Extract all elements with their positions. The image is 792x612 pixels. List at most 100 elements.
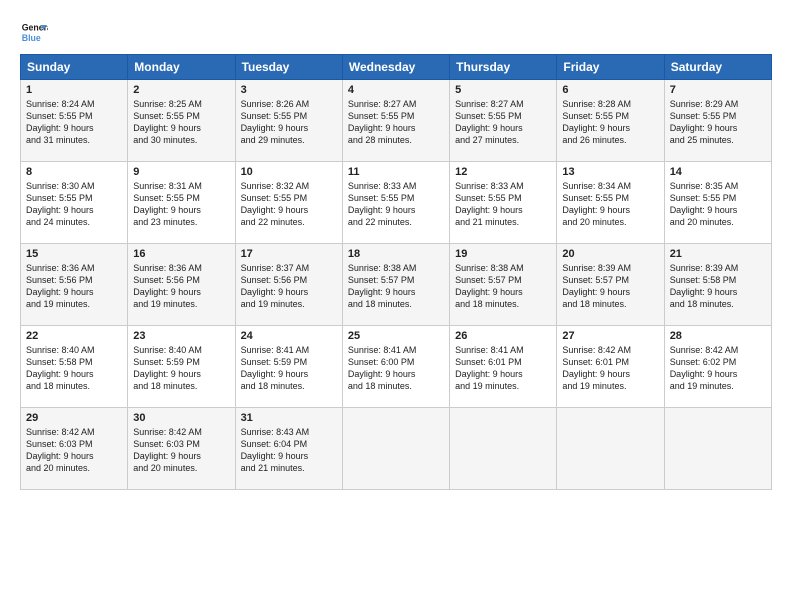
calendar-cell: 13Sunrise: 8:34 AM Sunset: 5:55 PM Dayli… [557,162,664,244]
day-number: 31 [241,412,337,424]
week-row: 8 Sunrise: 8:30 AM Sunset: 5:55 PM Daylig… [21,162,772,244]
calendar-cell: 11 Sunrise: 8:33 AM Sunset: 5:55 PM Dayli… [342,162,449,244]
cell-info: Sunrise: 8:40 AM Sunset: 5:58 PM Dayligh… [26,344,122,393]
calendar-cell: 30Sunrise: 8:42 AM Sunset: 6:03 PM Dayli… [128,408,235,490]
header-row: General Blue [20,18,772,46]
calendar-cell: 18 Sunrise: 8:38 AM Sunset: 5:57 PM Dayli… [342,244,449,326]
calendar-cell: 12 Sunrise: 8:33 AM Sunset: 5:55 PM Dayli… [450,162,557,244]
calendar-cell: 26 Sunrise: 8:41 AM Sunset: 6:01 PM Dayli… [450,326,557,408]
day-number: 23 [133,330,229,342]
calendar-cell [450,408,557,490]
day-number: 8 [26,166,122,178]
day-number: 29 [26,412,122,424]
calendar-cell: 24Sunrise: 8:41 AM Sunset: 5:59 PM Dayli… [235,326,342,408]
cell-info: Sunrise: 8:24 AM Sunset: 5:55 PM Dayligh… [26,98,122,147]
cell-info: Sunrise: 8:41 AM Sunset: 6:00 PM Dayligh… [348,344,444,393]
day-number: 19 [455,248,551,260]
page: General Blue SundayMondayTuesdayWednesda… [0,0,792,500]
day-number: 26 [455,330,551,342]
cell-info: Sunrise: 8:36 AM Sunset: 5:56 PM Dayligh… [133,262,229,311]
day-number: 15 [26,248,122,260]
logo: General Blue [20,18,52,46]
day-number: 13 [562,166,658,178]
cell-info: Sunrise: 8:32 AM Sunset: 5:55 PM Dayligh… [241,180,337,229]
cell-info: Sunrise: 8:27 AM Sunset: 5:55 PM Dayligh… [455,98,551,147]
logo-icon: General Blue [20,18,48,46]
calendar-cell [557,408,664,490]
col-header-thursday: Thursday [450,55,557,80]
col-header-wednesday: Wednesday [342,55,449,80]
calendar-cell: 16 Sunrise: 8:36 AM Sunset: 5:56 PM Dayli… [128,244,235,326]
col-header-friday: Friday [557,55,664,80]
calendar-cell: 8 Sunrise: 8:30 AM Sunset: 5:55 PM Daylig… [21,162,128,244]
day-number: 1 [26,84,122,96]
calendar-cell: 22 Sunrise: 8:40 AM Sunset: 5:58 PM Dayli… [21,326,128,408]
cell-info: Sunrise: 8:40 AM Sunset: 5:59 PM Dayligh… [133,344,229,393]
cell-info: Sunrise: 8:31 AM Sunset: 5:55 PM Dayligh… [133,180,229,229]
calendar-cell: 17Sunrise: 8:37 AM Sunset: 5:56 PM Dayli… [235,244,342,326]
day-number: 18 [348,248,444,260]
calendar-cell [664,408,771,490]
week-row: 1 Sunrise: 8:24 AM Sunset: 5:55 PM Daylig… [21,80,772,162]
calendar-cell: 27 Sunrise: 8:42 AM Sunset: 6:01 PM Dayli… [557,326,664,408]
day-number: 21 [670,248,766,260]
calendar-cell: 1 Sunrise: 8:24 AM Sunset: 5:55 PM Daylig… [21,80,128,162]
cell-info: Sunrise: 8:29 AM Sunset: 5:55 PM Dayligh… [670,98,766,147]
day-number: 28 [670,330,766,342]
day-number: 25 [348,330,444,342]
week-row: 22 Sunrise: 8:40 AM Sunset: 5:58 PM Dayli… [21,326,772,408]
cell-info: Sunrise: 8:39 AM Sunset: 5:57 PM Dayligh… [562,262,658,311]
calendar-cell: 21 Sunrise: 8:39 AM Sunset: 5:58 PM Dayli… [664,244,771,326]
week-row: 15 Sunrise: 8:36 AM Sunset: 5:56 PM Dayli… [21,244,772,326]
cell-info: Sunrise: 8:33 AM Sunset: 5:55 PM Dayligh… [348,180,444,229]
calendar-cell: 10 Sunrise: 8:32 AM Sunset: 5:55 PM Dayli… [235,162,342,244]
day-number: 11 [348,166,444,178]
cell-info: Sunrise: 8:42 AM Sunset: 6:03 PM Dayligh… [26,426,122,475]
col-header-sunday: Sunday [21,55,128,80]
cell-info: Sunrise: 8:38 AM Sunset: 5:57 PM Dayligh… [348,262,444,311]
calendar-cell: 2 Sunrise: 8:25 AM Sunset: 5:55 PM Daylig… [128,80,235,162]
calendar-cell: 4 Sunrise: 8:27 AM Sunset: 5:55 PM Daylig… [342,80,449,162]
cell-info: Sunrise: 8:43 AM Sunset: 6:04 PM Dayligh… [241,426,337,475]
calendar-cell: 14Sunrise: 8:35 AM Sunset: 5:55 PM Dayli… [664,162,771,244]
cell-info: Sunrise: 8:37 AM Sunset: 5:56 PM Dayligh… [241,262,337,311]
cell-info: Sunrise: 8:30 AM Sunset: 5:55 PM Dayligh… [26,180,122,229]
day-number: 6 [562,84,658,96]
calendar-cell: 6Sunrise: 8:28 AM Sunset: 5:55 PM Daylig… [557,80,664,162]
cell-info: Sunrise: 8:42 AM Sunset: 6:01 PM Dayligh… [562,344,658,393]
day-number: 7 [670,84,766,96]
day-number: 24 [241,330,337,342]
cell-info: Sunrise: 8:27 AM Sunset: 5:55 PM Dayligh… [348,98,444,147]
day-number: 16 [133,248,229,260]
day-number: 20 [562,248,658,260]
calendar-cell: 25 Sunrise: 8:41 AM Sunset: 6:00 PM Dayli… [342,326,449,408]
day-number: 10 [241,166,337,178]
cell-info: Sunrise: 8:39 AM Sunset: 5:58 PM Dayligh… [670,262,766,311]
day-number: 4 [348,84,444,96]
day-number: 30 [133,412,229,424]
cell-info: Sunrise: 8:36 AM Sunset: 5:56 PM Dayligh… [26,262,122,311]
calendar-cell [342,408,449,490]
cell-info: Sunrise: 8:25 AM Sunset: 5:55 PM Dayligh… [133,98,229,147]
cell-info: Sunrise: 8:38 AM Sunset: 5:57 PM Dayligh… [455,262,551,311]
day-number: 2 [133,84,229,96]
cell-info: Sunrise: 8:26 AM Sunset: 5:55 PM Dayligh… [241,98,337,147]
calendar-cell: 3Sunrise: 8:26 AM Sunset: 5:55 PM Daylig… [235,80,342,162]
day-number: 22 [26,330,122,342]
day-number: 12 [455,166,551,178]
week-row: 29 Sunrise: 8:42 AM Sunset: 6:03 PM Dayli… [21,408,772,490]
cell-info: Sunrise: 8:42 AM Sunset: 6:02 PM Dayligh… [670,344,766,393]
cell-info: Sunrise: 8:41 AM Sunset: 6:01 PM Dayligh… [455,344,551,393]
day-number: 14 [670,166,766,178]
calendar-cell: 23 Sunrise: 8:40 AM Sunset: 5:59 PM Dayli… [128,326,235,408]
calendar-table: SundayMondayTuesdayWednesdayThursdayFrid… [20,54,772,490]
calendar-cell: 20 Sunrise: 8:39 AM Sunset: 5:57 PM Dayli… [557,244,664,326]
col-header-tuesday: Tuesday [235,55,342,80]
calendar-cell: 29 Sunrise: 8:42 AM Sunset: 6:03 PM Dayli… [21,408,128,490]
cell-info: Sunrise: 8:33 AM Sunset: 5:55 PM Dayligh… [455,180,551,229]
calendar-cell: 9Sunrise: 8:31 AM Sunset: 5:55 PM Daylig… [128,162,235,244]
calendar-cell: 28 Sunrise: 8:42 AM Sunset: 6:02 PM Dayli… [664,326,771,408]
calendar-cell: 31 Sunrise: 8:43 AM Sunset: 6:04 PM Dayli… [235,408,342,490]
day-number: 27 [562,330,658,342]
calendar-cell: 5Sunrise: 8:27 AM Sunset: 5:55 PM Daylig… [450,80,557,162]
